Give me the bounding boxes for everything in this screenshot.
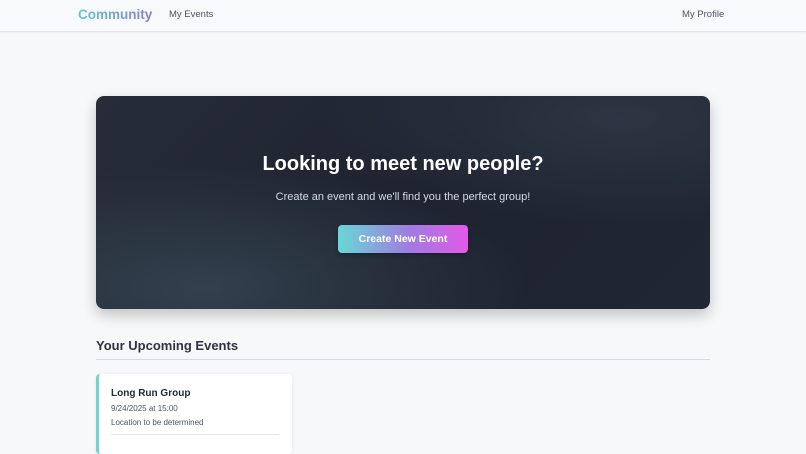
event-card-divider [111,434,279,435]
nav-my-events-link[interactable]: My Events [169,9,213,20]
top-navbar: Community My Events My Profile [0,0,806,32]
section-divider [96,359,710,360]
event-name: Long Run Group [111,388,191,399]
brand-logo[interactable]: Community [78,7,152,22]
event-datetime: 9/24/2025 at 15:00 [111,404,178,413]
event-location: Location to be determined [111,418,204,427]
hero-subtitle: Create an event and we'll find you the p… [275,191,531,203]
create-new-event-button[interactable]: Create New Event [338,225,468,253]
hero-title: Looking to meet new people? [262,153,544,175]
nav-my-profile-link[interactable]: My Profile [682,9,724,20]
hero-banner: Looking to meet new people? Create an ev… [96,96,710,309]
upcoming-events-heading: Your Upcoming Events [96,338,239,353]
event-card[interactable]: Long Run Group 9/24/2025 at 15:00 Locati… [96,374,292,454]
